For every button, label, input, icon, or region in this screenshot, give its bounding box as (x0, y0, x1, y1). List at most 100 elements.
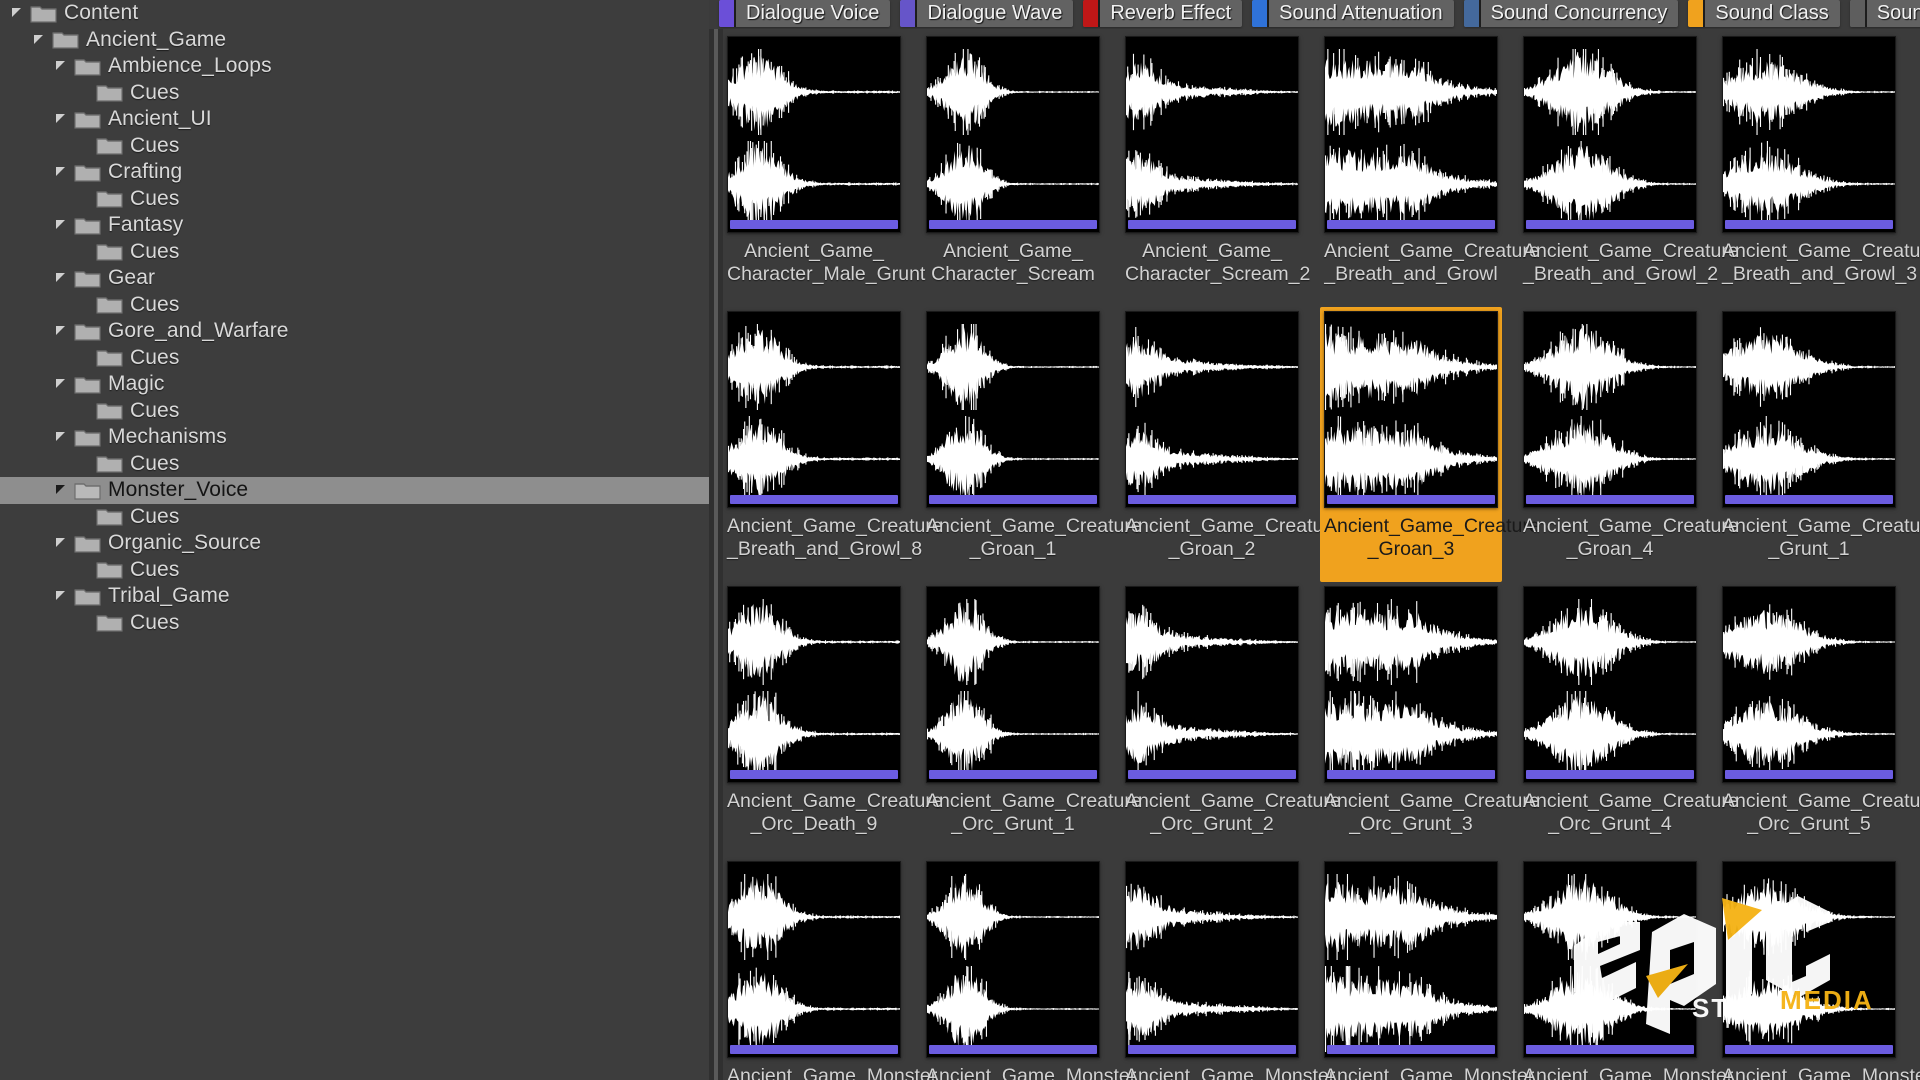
tree-item-label: Cues (130, 610, 180, 634)
tree-item-cues[interactable]: Cues (0, 610, 709, 637)
asset-type-color-bar (1526, 220, 1694, 229)
tree-item-monster-voice[interactable]: Monster_Voice (0, 477, 709, 504)
asset-tile[interactable]: Ancient_Game_Creature _Breath_and_Growl (1320, 32, 1540, 307)
asset-tile[interactable]: Ancient_Game_Monster_Voice_6 (1718, 857, 1920, 1080)
filter-pill-dialogue-wave[interactable]: Dialogue Wave (900, 0, 1074, 27)
asset-tile[interactable]: Ancient_Game_Creature _Groan_3 (1320, 307, 1540, 582)
expand-arrow-icon[interactable] (52, 214, 74, 236)
asset-tile[interactable]: Ancient_Game_Monster_Voice_3 (1121, 857, 1335, 1080)
tree-item-content[interactable]: Content (0, 0, 709, 27)
waveform-channel-left (1325, 874, 1497, 960)
tree-item-ancient-game[interactable]: Ancient_Game (0, 27, 709, 54)
tree-item-label: Cues (130, 186, 180, 210)
waveform-channel-left (1524, 324, 1696, 410)
asset-name-label: Ancient_Game_Creature _Orc_Grunt_5 (1722, 790, 1920, 836)
filter-label: Sound Concurrency (1490, 2, 1668, 24)
asset-tile[interactable]: Ancient_Game_ Character_Male_Grunt (723, 32, 925, 307)
expand-arrow-icon[interactable] (52, 161, 74, 183)
asset-tile[interactable]: Ancient_Game_Monster_Voice_4 (1320, 857, 1534, 1080)
asset-tile[interactable]: Ancient_Game_Monster_Voice_2 (922, 857, 1136, 1080)
waveform-channel-left (1325, 599, 1497, 685)
tree-item-label: Gear (108, 266, 156, 290)
asset-grid-viewport[interactable]: Ancient_Game_ Character_Male_Grunt Ancien… (723, 29, 1920, 1080)
tree-item-label: Mechanisms (108, 425, 227, 449)
filter-label: Sound Class (1715, 2, 1829, 24)
panel-splitter[interactable] (709, 29, 723, 1080)
asset-tile[interactable]: Ancient_Game_Creature _Orc_Grunt_2 (1121, 582, 1341, 857)
expand-arrow-icon[interactable] (52, 267, 74, 289)
waveform-channel-right (1524, 141, 1696, 227)
asset-name-line-2: _Orc_Grunt_2 (1150, 813, 1274, 835)
tree-item-ancient-ui[interactable]: Ancient_UI (0, 106, 709, 133)
asset-tile[interactable]: Ancient_Game_Creature _Groan_1 (922, 307, 1142, 582)
tree-item-fantasy[interactable]: Fantasy (0, 212, 709, 239)
expand-arrow-icon[interactable] (52, 320, 74, 342)
folder-icon (74, 56, 101, 77)
asset-tile[interactable]: Ancient_Game_Creature _Orc_Grunt_5 (1718, 582, 1920, 857)
expand-arrow-icon[interactable] (52, 585, 74, 607)
tree-item-ambience-loops[interactable]: Ambience_Loops (0, 53, 709, 80)
asset-name-line-2: _Orc_Death_9 (750, 813, 878, 835)
tree-item-cues[interactable]: Cues (0, 239, 709, 266)
tree-item-cues[interactable]: Cues (0, 398, 709, 425)
asset-tile[interactable]: Ancient_Game_Monster_Voice_5 (1519, 857, 1733, 1080)
tree-item-gear[interactable]: Gear (0, 265, 709, 292)
expand-arrow-icon[interactable] (30, 29, 52, 51)
filter-pill-dialogue-voice[interactable]: Dialogue Voice (719, 0, 891, 27)
tree-item-gore-and-warfare[interactable]: Gore_and_Warfare (0, 318, 709, 345)
expand-arrow-icon[interactable] (52, 55, 74, 77)
asset-tile[interactable]: Ancient_Game_Creature _Breath_and_Growl_8 (723, 307, 943, 582)
tree-item-cues[interactable]: Cues (0, 345, 709, 372)
filter-pill-sound-concurrency[interactable]: Sound Concurrency (1463, 0, 1679, 27)
tree-item-cues[interactable]: Cues (0, 133, 709, 160)
expand-arrow-icon[interactable] (52, 108, 74, 130)
tree-item-cues[interactable]: Cues (0, 186, 709, 213)
asset-name-label: Ancient_Game_Creature _Orc_Death_9 (727, 790, 943, 836)
tree-item-crafting[interactable]: Crafting (0, 159, 709, 186)
tree-item-cues[interactable]: Cues (0, 451, 709, 478)
tree-item-cues[interactable]: Cues (0, 557, 709, 584)
waveform-channel-left (1723, 599, 1895, 685)
asset-tile[interactable]: Ancient_Game_Creature _Groan_4 (1519, 307, 1739, 582)
asset-tile[interactable]: Ancient_Game_Creature _Breath_and_Growl_3 (1718, 32, 1920, 307)
asset-tile[interactable]: Ancient_Game_Creature _Orc_Grunt_3 (1320, 582, 1540, 857)
asset-tile[interactable]: Ancient_Game_ Character_Scream_2 (1121, 32, 1310, 307)
expand-arrow-icon[interactable] (52, 479, 74, 501)
expand-arrow-icon[interactable] (52, 426, 74, 448)
filter-pill-reverb-effect[interactable]: Reverb Effect (1083, 0, 1243, 27)
expand-arrow-icon[interactable] (8, 2, 30, 24)
asset-name-line-2: _Grunt_1 (1768, 538, 1850, 560)
asset-tile[interactable]: Ancient_Game_Creature _Orc_Death_9 (723, 582, 943, 857)
folder-tree[interactable]: Content Ancient_Game Ambience_Loops Cues… (0, 0, 709, 636)
asset-tile[interactable]: Ancient_Game_Creature _Groan_2 (1121, 307, 1341, 582)
asset-waveform-thumbnail (1523, 311, 1697, 508)
asset-tile[interactable]: Ancient_Game_Monster_Voice_1 (723, 857, 938, 1080)
tree-item-mechanisms[interactable]: Mechanisms (0, 424, 709, 451)
tree-item-label: Ancient_UI (108, 107, 212, 131)
filter-bar[interactable]: Dialogue Voice Dialogue Wave Reverb Effect… (709, 0, 1920, 29)
expand-arrow-icon[interactable] (52, 532, 74, 554)
filter-pill-sound[interactable]: Sound (1849, 0, 1920, 27)
folder-icon (74, 268, 101, 289)
expand-arrow-icon[interactable] (52, 373, 74, 395)
asset-waveform-thumbnail (1523, 36, 1697, 233)
tree-item-cues[interactable]: Cues (0, 504, 709, 531)
tree-item-magic[interactable]: Magic (0, 371, 709, 398)
tree-item-cues[interactable]: Cues (0, 292, 709, 319)
asset-tile[interactable]: Ancient_Game_Creature _Grunt_1 (1718, 307, 1920, 582)
tree-item-organic-source[interactable]: Organic_Source (0, 530, 709, 557)
filter-pill-sound-attenuation[interactable]: Sound Attenuation (1252, 0, 1454, 27)
tree-item-tribal-game[interactable]: Tribal_Game (0, 583, 709, 610)
asset-name-label: Ancient_Game_Creature _Orc_Grunt_3 (1324, 790, 1540, 836)
asset-name-line-1: Ancient_Game_Creature (1722, 515, 1920, 537)
filter-pill-sound-class[interactable]: Sound Class (1688, 0, 1840, 27)
asset-name-label: Ancient_Game_Creature _Grunt_1 (1722, 515, 1920, 561)
asset-name-label: Ancient_Game_Monster_Voice_1 (727, 1065, 938, 1080)
asset-name-label: Ancient_Game_ Character_Scream_2 (1125, 240, 1310, 286)
asset-tile[interactable]: Ancient_Game_Creature _Orc_Grunt_4 (1519, 582, 1739, 857)
tree-item-cues[interactable]: Cues (0, 80, 709, 107)
asset-tile[interactable]: Ancient_Game_Creature _Breath_and_Growl_2 (1519, 32, 1739, 307)
asset-tile[interactable]: Ancient_Game_ Character_Scream (922, 32, 1104, 307)
asset-tile[interactable]: Ancient_Game_Creature _Orc_Grunt_1 (922, 582, 1142, 857)
asset-name-line-1: Ancient_Game_Monster (727, 1065, 938, 1080)
